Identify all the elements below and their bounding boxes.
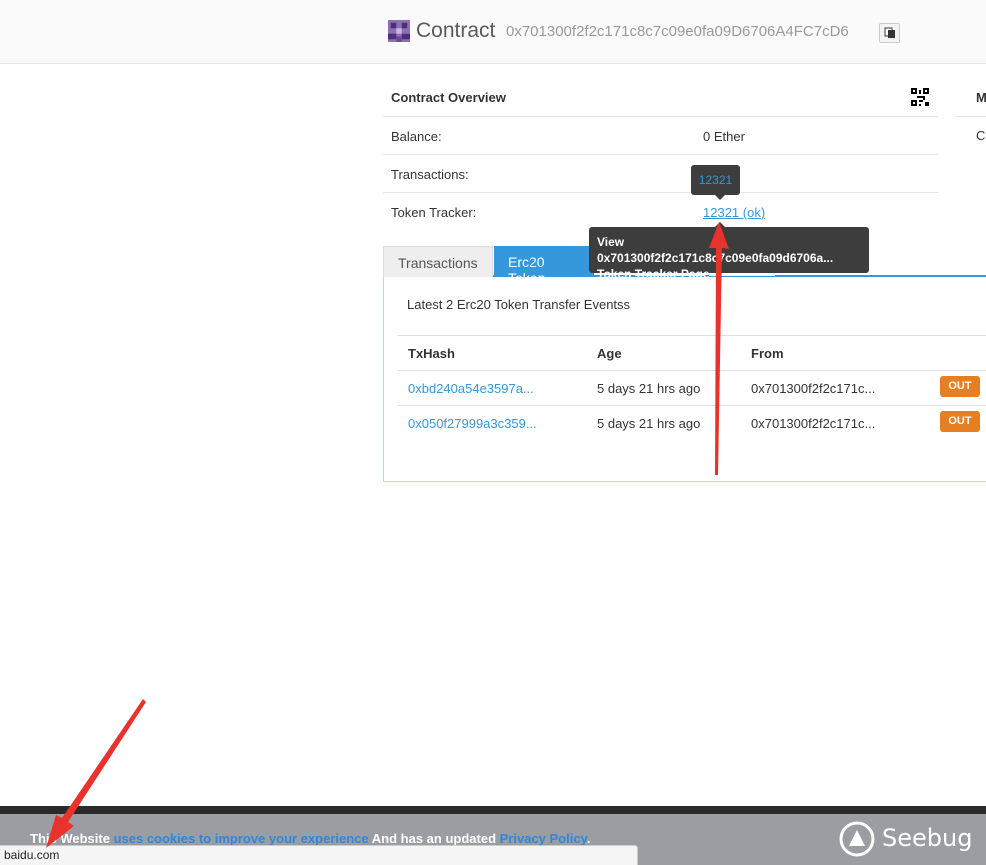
cookies-link[interactable]: uses cookies to improve your experience [114, 831, 369, 846]
contract-overview-panel: Contract Overview Balance: 0 Ether Trans… [383, 78, 938, 231]
transactions-label: Transactions: [391, 167, 469, 182]
privacy-policy-link[interactable]: Privacy Policy [500, 831, 587, 846]
side-panel-heading: M [976, 90, 986, 105]
table-row: 0xbd240a54e3597a... 5 days 21 hrs ago 0x… [398, 371, 986, 406]
table-row: 0x050f27999a3c359... 5 days 21 hrs ago 0… [398, 406, 986, 441]
browser-status-bar: baidu.com [0, 845, 638, 865]
tooltip-line: Token Tracker Page [597, 267, 710, 281]
tx-age: 5 days 21 hrs ago [597, 381, 701, 396]
overview-row-token-tracker: Token Tracker: 12321 (ok) [383, 193, 938, 231]
page-header: Contract 0x701300f2f2c171c8c7c09e0fa09D6… [0, 0, 986, 64]
contract-avatar-icon [388, 20, 410, 42]
overview-row-transactions: Transactions: [383, 155, 938, 193]
side-panel-row: C [976, 128, 986, 143]
latest-transfers-text: Latest 2 Erc20 Token Transfer Eventss [407, 297, 631, 312]
seebug-logo-icon [839, 821, 875, 857]
tab-erc20-token[interactable]: Erc20 Token [494, 246, 594, 286]
direction-badge: OUT [940, 376, 980, 397]
cookie-text-end: . [586, 831, 591, 846]
column-header-txhash: TxHash [408, 346, 455, 361]
transfers-table: TxHash Age From 0xbd240a54e3597a... 5 da… [398, 335, 986, 441]
overview-title: Contract Overview [391, 90, 506, 105]
table-header: TxHash Age From [398, 336, 986, 371]
transactions-count-tooltip: 12321 [691, 165, 740, 195]
tx-age: 5 days 21 hrs ago [597, 416, 701, 431]
token-tracker-tooltip: View 0x701300f2f2c171c8c7c09e0fa09d6706a… [589, 227, 869, 281]
contract-address: 0x701300f2f2c171c8c7c09e0fa09D6706A4FC7c… [506, 23, 849, 40]
column-header-from: From [751, 346, 784, 361]
tooltip-line: View 0x701300f2f2c171c8c7c09e0fa09d6706a… [597, 235, 834, 265]
seebug-watermark: Seebug [838, 818, 972, 860]
side-panel-divider [955, 116, 986, 117]
balance-label: Balance: [391, 129, 442, 144]
overview-header: Contract Overview [383, 78, 938, 117]
overview-row-balance: Balance: 0 Ether [383, 117, 938, 155]
token-tracker-label: Token Tracker: [391, 205, 477, 220]
tx-hash-link[interactable]: 0x050f27999a3c359... [408, 416, 537, 431]
tooltip-arrow [715, 195, 725, 200]
status-url: baidu.com [4, 848, 60, 862]
copy-address-button[interactable] [879, 23, 900, 43]
tx-from: 0x701300f2f2c171c... [751, 381, 876, 396]
page-title: Contract [416, 19, 496, 42]
seebug-text: Seebug [882, 824, 973, 852]
footer-divider [0, 806, 986, 814]
cookie-notice-text: This Website uses cookies to improve you… [30, 831, 590, 846]
tab-transactions[interactable]: Transactions [383, 246, 493, 277]
tx-from: 0x701300f2f2c171c... [751, 416, 876, 431]
token-tracker-link[interactable]: 12321 (ok) [703, 205, 765, 220]
direction-badge: OUT [940, 411, 980, 432]
qr-code-icon[interactable] [911, 88, 929, 106]
tab-content-erc20: Latest 2 Erc20 Token Transfer Eventss Tx… [383, 277, 986, 482]
cookie-text-mid: And has an updated [371, 831, 497, 846]
tx-hash-link[interactable]: 0xbd240a54e3597a... [408, 381, 534, 396]
copy-icon [884, 27, 895, 38]
column-header-age: Age [597, 346, 622, 361]
balance-value: 0 Ether [703, 129, 745, 144]
cookie-text-start: This Website [30, 831, 110, 846]
